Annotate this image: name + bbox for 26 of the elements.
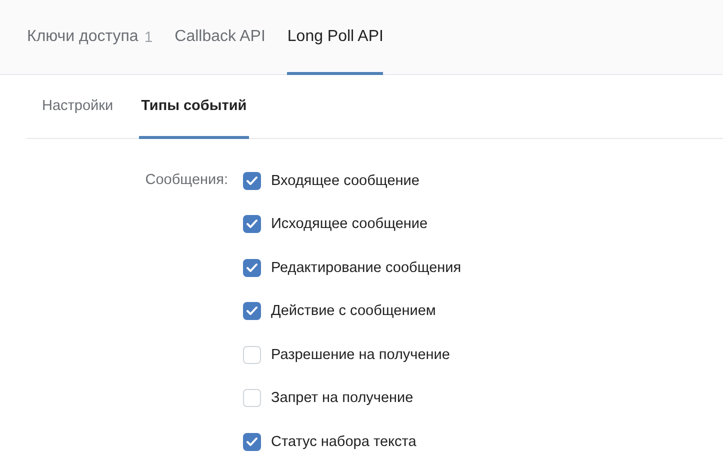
group-label: Сообщения: [144,171,228,190]
check-icon [246,176,258,186]
checkbox-label: Действие с сообщением [271,303,436,319]
checkbox[interactable] [243,432,261,450]
tab[interactable]: Ключи доступа 1 [27,0,153,75]
checkbox[interactable] [243,258,261,276]
subtab[interactable]: Настройки [40,75,116,139]
checkbox-label: Разрешение на получение [271,346,450,362]
check-icon [246,436,258,446]
checkbox[interactable] [243,389,261,407]
check-icon [246,262,258,272]
checkbox[interactable] [243,302,261,320]
checkbox[interactable] [243,215,261,233]
tab[interactable]: Long Poll API [287,0,384,75]
check-icon [246,219,258,229]
tab[interactable]: Callback API [174,0,266,75]
checkbox-label: Входящее сообщение [271,172,420,188]
checkbox-label: Редактирование сообщения [271,260,462,276]
checkbox-label: Запрет на получение [271,390,414,406]
checkbox[interactable] [243,172,261,190]
checkbox[interactable] [243,346,261,364]
subtab[interactable]: Типы событий [139,75,249,139]
checkbox-label: Статус набора текста [271,434,416,450]
checkbox-label: Исходящее сообщение [271,216,428,232]
check-icon [246,306,258,316]
tab-count: 1 [144,28,153,46]
